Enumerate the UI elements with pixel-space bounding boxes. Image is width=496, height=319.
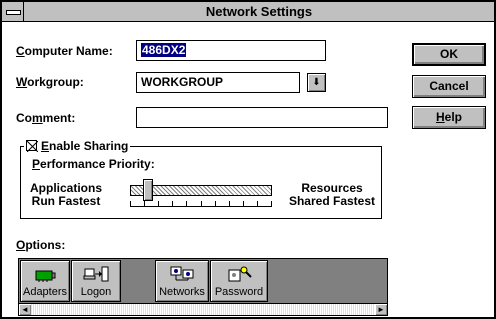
logon-label: Logon — [80, 286, 112, 298]
adapters-label: Adapters — [22, 286, 68, 298]
options-panel: Adapters Logon Networks Password ◄ ► — [18, 258, 388, 316]
comment-label: Comment: — [16, 111, 76, 125]
comment-field[interactable] — [136, 107, 388, 128]
help-button[interactable]: Help — [412, 106, 486, 129]
chevron-down-icon[interactable]: ⬇ — [307, 73, 326, 92]
adapters-button[interactable]: Adapters — [20, 260, 70, 302]
enable-sharing-checkbox[interactable]: Enable Sharing — [24, 140, 131, 153]
slider-tick — [130, 201, 131, 206]
window-title: Network Settings — [205, 4, 313, 19]
scroll-right-icon[interactable]: ► — [375, 304, 387, 315]
workgroup-label: Workgroup: — [16, 75, 84, 89]
workgroup-value: WORKGROUP — [141, 75, 223, 89]
resources-shared-fastest-label: Resources Shared Fastest — [288, 181, 376, 208]
computer-name-value: 486DX2 — [141, 43, 187, 57]
workgroup-combobox[interactable]: WORKGROUP — [136, 72, 300, 93]
scroll-left-icon[interactable]: ◄ — [19, 304, 31, 315]
networks-icon — [156, 261, 208, 283]
logon-button[interactable]: Logon — [71, 260, 121, 302]
options-horizontal-scrollbar[interactable]: ◄ ► — [19, 303, 387, 315]
slider-tick — [243, 201, 244, 206]
logon-icon — [72, 261, 120, 283]
checkbox-checked-icon — [26, 140, 38, 152]
networks-label: Networks — [159, 286, 205, 298]
slider-ticks — [130, 201, 272, 207]
slider-tick — [229, 201, 230, 206]
slider-tick — [257, 201, 258, 206]
network-settings-window: Network Settings Computer Name: 486DX2 W… — [0, 0, 496, 319]
computer-name-label: Computer Name: — [16, 44, 113, 58]
title-bar: Network Settings — [2, 2, 494, 22]
password-key-icon — [211, 261, 267, 283]
applications-run-fastest-label: Applications Run Fastest — [30, 181, 103, 208]
password-label: Password — [214, 286, 264, 298]
password-button[interactable]: Password — [210, 260, 268, 302]
ok-button[interactable]: OK — [412, 43, 486, 66]
networks-button[interactable]: Networks — [155, 260, 209, 302]
slider-tick — [172, 201, 173, 206]
slider-tick — [201, 201, 202, 206]
cancel-button[interactable]: Cancel — [412, 75, 486, 98]
performance-slider-thumb[interactable] — [143, 179, 154, 201]
computer-name-field[interactable]: 486DX2 — [136, 40, 326, 61]
slider-tick — [215, 201, 216, 206]
slider-tick — [271, 201, 272, 206]
system-menu-button[interactable] — [2, 2, 24, 21]
slider-tick — [186, 201, 187, 206]
performance-priority-label: Performance Priority: — [32, 157, 155, 171]
network-adapter-icon — [21, 261, 69, 283]
options-label: Options: — [16, 238, 66, 252]
slider-tick — [144, 201, 145, 206]
slider-tick — [158, 201, 159, 206]
